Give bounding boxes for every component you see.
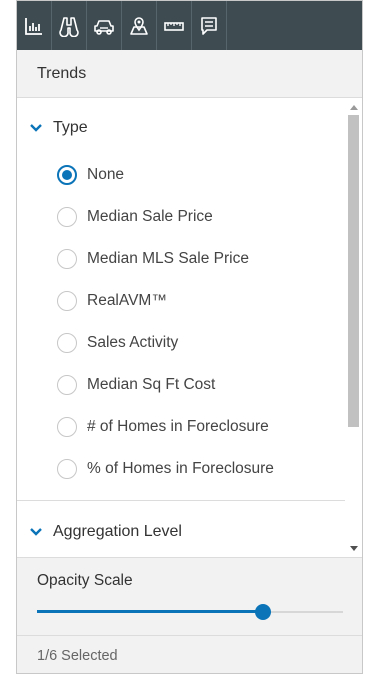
type-option-median-mls-sale-price[interactable]: Median MLS Sale Price xyxy=(57,240,347,278)
toolbar xyxy=(17,1,362,50)
map-pin-icon xyxy=(130,16,148,35)
option-label: Median Sale Price xyxy=(87,208,213,225)
option-label: RealAVM™ xyxy=(87,292,167,309)
option-label: % of Homes in Foreclosure xyxy=(87,460,274,477)
radio-button[interactable] xyxy=(57,207,77,227)
type-option-realavm[interactable]: RealAVM™ xyxy=(57,282,347,320)
type-option-homes-in-foreclosure-percent[interactable]: % of Homes in Foreclosure xyxy=(57,450,347,488)
binoculars-icon xyxy=(59,16,79,37)
vertical-scrollbar[interactable] xyxy=(345,98,362,557)
radio-button[interactable] xyxy=(57,333,77,353)
scroll-up-arrow[interactable] xyxy=(345,98,362,115)
slider-fill xyxy=(37,610,264,613)
radio-button[interactable] xyxy=(57,165,77,185)
ruler-icon xyxy=(164,21,184,31)
radio-button[interactable] xyxy=(57,459,77,479)
option-label: None xyxy=(87,166,125,183)
options-scroll-area[interactable]: Type None Median Sale Price Median MLS S… xyxy=(17,98,362,557)
triangle-up-icon xyxy=(349,104,358,110)
radio-button[interactable] xyxy=(57,249,77,269)
type-option-median-sale-price[interactable]: Median Sale Price xyxy=(57,198,347,236)
scroll-down-arrow[interactable] xyxy=(345,540,362,557)
opacity-slider[interactable] xyxy=(37,602,343,622)
trends-panel: Trends Type None Median Sale Price Media… xyxy=(16,0,363,674)
triangle-down-icon xyxy=(349,545,358,551)
divider xyxy=(17,500,345,501)
aggregation-group-toggle[interactable]: Aggregation Level xyxy=(17,510,362,554)
tool-comment[interactable] xyxy=(192,1,227,50)
tool-measure[interactable] xyxy=(157,1,192,50)
opacity-section: Opacity Scale xyxy=(17,557,362,635)
type-group-label: Type xyxy=(53,119,88,136)
opacity-label: Opacity Scale xyxy=(37,572,133,589)
chevron-down-icon xyxy=(30,124,42,132)
tool-drive[interactable] xyxy=(87,1,122,50)
type-group-toggle[interactable]: Type xyxy=(17,106,362,150)
radio-button[interactable] xyxy=(57,291,77,311)
chevron-down-icon xyxy=(30,528,42,536)
selection-status: 1/6 Selected xyxy=(17,635,362,673)
slider-thumb[interactable] xyxy=(255,604,272,620)
option-label: Median MLS Sale Price xyxy=(87,250,249,267)
car-icon xyxy=(94,19,114,35)
option-label: Median Sq Ft Cost xyxy=(87,376,216,393)
option-label: # of Homes in Foreclosure xyxy=(87,418,269,435)
radio-button[interactable] xyxy=(57,375,77,395)
tool-trends[interactable] xyxy=(17,1,52,50)
aggregation-group-label: Aggregation Level xyxy=(53,523,182,540)
tool-location[interactable] xyxy=(122,1,157,50)
radio-button[interactable] xyxy=(57,417,77,437)
type-option-homes-in-foreclosure-count[interactable]: # of Homes in Foreclosure xyxy=(57,408,347,446)
panel-title: Trends xyxy=(17,50,362,98)
comment-icon xyxy=(201,16,217,35)
type-option-sales-activity[interactable]: Sales Activity xyxy=(57,324,347,362)
scrollbar-thumb[interactable] xyxy=(348,115,359,427)
type-option-none[interactable]: None xyxy=(57,156,347,194)
type-option-median-sq-ft-cost[interactable]: Median Sq Ft Cost xyxy=(57,366,347,404)
option-label: Sales Activity xyxy=(87,334,179,351)
tool-search[interactable] xyxy=(52,1,87,50)
chart-icon xyxy=(25,17,42,35)
